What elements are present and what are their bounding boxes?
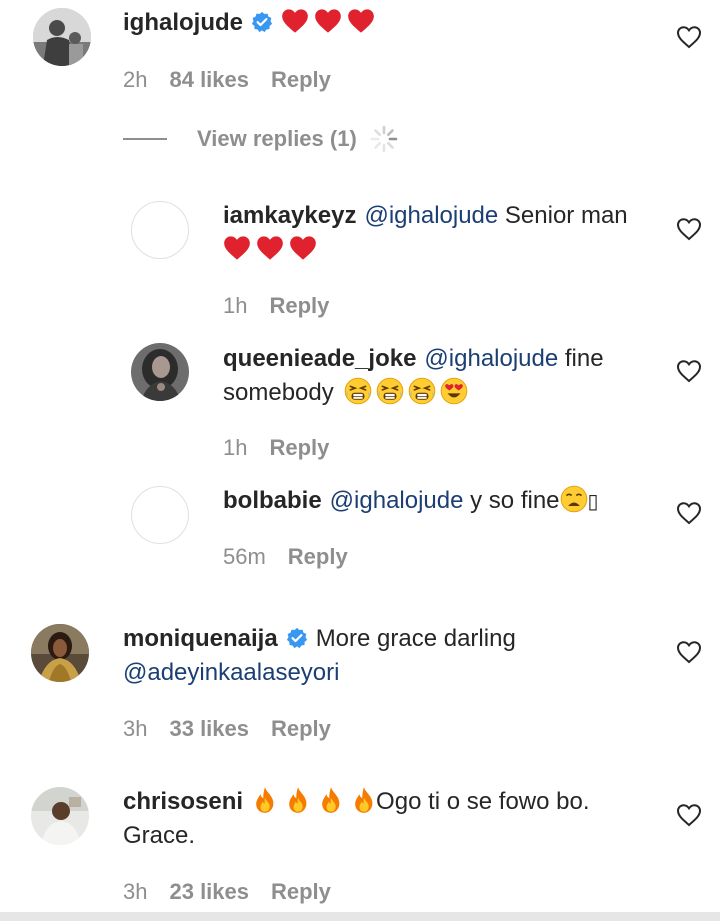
- likes-count[interactable]: 84 likes: [169, 67, 249, 93]
- missing-glyph: ▯: [587, 491, 599, 513]
- comment-body: queenieade_joke @ighalojude fine somebody: [223, 342, 663, 410]
- bottom-edge-bar: [0, 912, 720, 921]
- red-heart-icon: [281, 8, 309, 34]
- tired-face-emoji-icon: [376, 377, 404, 405]
- reply-button[interactable]: Reply: [271, 879, 331, 905]
- loading-spinner-icon: [370, 125, 398, 153]
- likes-count[interactable]: 33 likes: [169, 716, 249, 742]
- timestamp: 3h: [123, 879, 148, 904]
- comment-meta: 1h Reply: [223, 435, 329, 461]
- mention-link[interactable]: @adeyinkaalaseyori: [123, 659, 339, 686]
- tired-face-emoji-icon: [344, 377, 372, 405]
- avatar[interactable]: [33, 8, 91, 66]
- reply-button[interactable]: Reply: [269, 293, 329, 319]
- reply-button[interactable]: Reply: [271, 67, 331, 93]
- username[interactable]: moniquenaija: [123, 625, 278, 652]
- avatar[interactable]: [31, 624, 89, 682]
- avatar[interactable]: [131, 343, 189, 401]
- timestamp: 2h: [123, 67, 148, 92]
- comment-text: y so fine: [470, 487, 560, 514]
- verified-icon: [286, 627, 308, 649]
- comment-body: chrisoseni Ogo ti o se fowo bo. Grace.: [123, 785, 663, 853]
- avatar[interactable]: [131, 201, 189, 259]
- fire-emoji-icon: [319, 786, 343, 814]
- comment-meta: 2h 84 likes Reply: [123, 67, 331, 93]
- comment-meta: 56m Reply: [223, 544, 348, 570]
- reply-button[interactable]: Reply: [271, 716, 331, 742]
- username[interactable]: iamkaykeyz: [223, 202, 356, 229]
- fire-emoji-icon: [286, 786, 310, 814]
- comment-meta: 3h 33 likes Reply: [123, 716, 331, 742]
- username[interactable]: chrisoseni: [123, 788, 243, 815]
- verified-icon: [251, 11, 273, 33]
- heart-eyes-emoji-icon: [440, 377, 468, 405]
- reply-button[interactable]: Reply: [269, 435, 329, 461]
- red-heart-icon: [256, 235, 284, 261]
- username[interactable]: queenieade_joke: [223, 345, 416, 372]
- comment-text: Senior man: [504, 202, 628, 229]
- fire-emoji-icon: [352, 786, 376, 814]
- mention-link[interactable]: @ighalojude: [330, 487, 464, 514]
- fire-emoji-icon: [253, 786, 277, 814]
- comment-text: fine: [564, 345, 604, 372]
- username[interactable]: ighalojude: [123, 9, 243, 36]
- like-heart-icon[interactable]: [676, 501, 702, 525]
- comment-meta: 3h 23 likes Reply: [123, 879, 331, 905]
- timestamp: 1h: [223, 435, 248, 460]
- like-heart-icon[interactable]: [676, 25, 702, 49]
- red-heart-icon: [347, 8, 375, 34]
- comment-body: bolbabie @ighalojude y so fine ▯: [223, 484, 663, 519]
- view-replies-label: View replies (1): [197, 126, 357, 151]
- username[interactable]: bolbabie: [223, 487, 322, 514]
- like-heart-icon[interactable]: [676, 359, 702, 383]
- comment-text-line2: somebody: [223, 379, 334, 406]
- tired-face-emoji-icon: [408, 377, 436, 405]
- view-replies-button[interactable]: View replies (1): [123, 124, 399, 154]
- mention-link[interactable]: @ighalojude: [424, 345, 558, 372]
- red-heart-icon: [314, 8, 342, 34]
- likes-count[interactable]: 23 likes: [169, 879, 249, 905]
- mention-link[interactable]: @ighalojude: [364, 202, 498, 229]
- like-heart-icon[interactable]: [676, 803, 702, 827]
- comment-text: Ogo ti o se fowo bo.: [376, 788, 590, 815]
- comment-text-line2: Grace.: [123, 822, 196, 849]
- avatar[interactable]: [31, 787, 89, 845]
- like-heart-icon[interactable]: [676, 217, 702, 241]
- red-heart-icon: [223, 235, 251, 261]
- comment-body: moniquenaija More grace darling @adeyinka…: [123, 622, 663, 690]
- timestamp: 1h: [223, 293, 248, 318]
- avatar[interactable]: [131, 486, 189, 544]
- reply-button[interactable]: Reply: [288, 544, 348, 570]
- comment-body: ighalojude: [123, 6, 375, 40]
- comment-body: iamkaykeyz @ighalojude Senior man: [223, 199, 663, 267]
- red-heart-icon: [289, 235, 317, 261]
- timestamp: 56m: [223, 544, 266, 569]
- comment-meta: 1h Reply: [223, 293, 329, 319]
- comment-text: More grace darling: [315, 625, 516, 652]
- divider-line: [123, 138, 167, 140]
- weary-face-emoji-icon: [560, 485, 588, 513]
- like-heart-icon[interactable]: [676, 640, 702, 664]
- timestamp: 3h: [123, 716, 148, 741]
